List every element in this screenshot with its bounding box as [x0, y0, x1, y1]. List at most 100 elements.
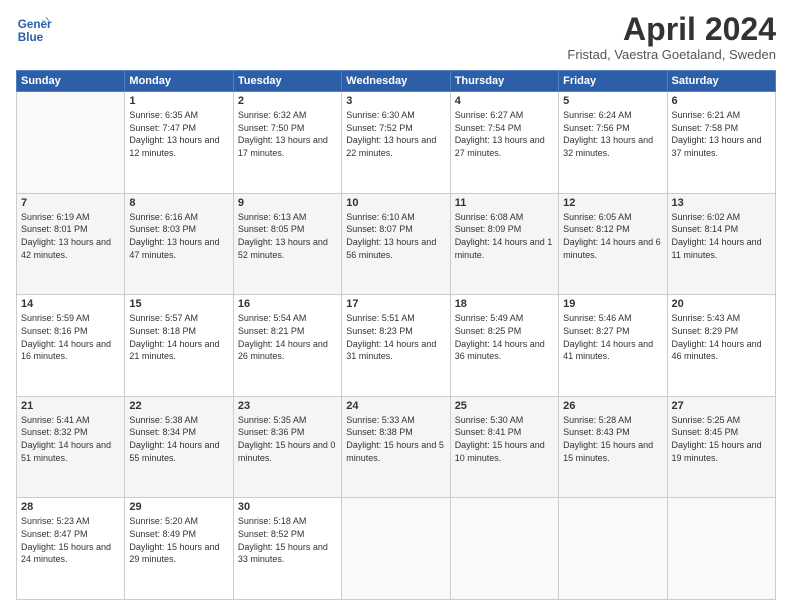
day-number: 9	[238, 197, 337, 209]
day-cell: 24 Sunrise: 5:33 AMSunset: 8:38 PMDayligh…	[342, 396, 450, 498]
day-cell: 22Sunrise: 5:38 AMSunset: 8:34 PMDayligh…	[125, 396, 233, 498]
day-number: 21	[21, 400, 120, 412]
day-detail: Sunrise: 5:35 AMSunset: 8:36 PMDaylight:…	[238, 414, 337, 464]
week-row-2: 7Sunrise: 6:19 AMSunset: 8:01 PMDaylight…	[17, 193, 776, 295]
week-row-5: 28 Sunrise: 5:23 AMSunset: 8:47 PMDayligh…	[17, 498, 776, 600]
day-detail: Sunrise: 5:33 AMSunset: 8:38 PMDaylight:…	[346, 414, 445, 464]
day-cell	[17, 92, 125, 194]
day-number: 23	[238, 400, 337, 412]
day-detail: Sunrise: 5:49 AMSunset: 8:25 PMDaylight:…	[455, 312, 554, 362]
day-number: 14	[21, 298, 120, 310]
day-detail: Sunrise: 6:16 AMSunset: 8:03 PMDaylight:…	[129, 211, 228, 261]
header: General Blue April 2024 Fristad, Vaestra…	[16, 12, 776, 62]
day-cell: 16 Sunrise: 5:54 AMSunset: 8:21 PMDayligh…	[233, 295, 341, 397]
day-detail: Sunrise: 5:28 AMSunset: 8:43 PMDaylight:…	[563, 414, 662, 464]
svg-text:Blue: Blue	[18, 31, 44, 44]
day-cell: 12 Sunrise: 6:05 AMSunset: 8:12 PMDayligh…	[559, 193, 667, 295]
day-number: 19	[563, 298, 662, 310]
day-number: 26	[563, 400, 662, 412]
day-cell: 11Sunrise: 6:08 AMSunset: 8:09 PMDayligh…	[450, 193, 558, 295]
col-tuesday: Tuesday	[233, 71, 341, 92]
day-cell: 7Sunrise: 6:19 AMSunset: 8:01 PMDaylight…	[17, 193, 125, 295]
day-detail: Sunrise: 6:21 AMSunset: 7:58 PMDaylight:…	[672, 109, 771, 159]
day-detail: Sunrise: 5:59 AMSunset: 8:16 PMDaylight:…	[21, 312, 120, 362]
day-cell: 5 Sunrise: 6:24 AMSunset: 7:56 PMDaylight…	[559, 92, 667, 194]
day-number: 5	[563, 95, 662, 107]
day-number: 8	[129, 197, 228, 209]
day-cell: 23 Sunrise: 5:35 AMSunset: 8:36 PMDayligh…	[233, 396, 341, 498]
day-cell: 27Sunrise: 5:25 AMSunset: 8:45 PMDayligh…	[667, 396, 775, 498]
day-cell	[667, 498, 775, 600]
day-cell: 19 Sunrise: 5:46 AMSunset: 8:27 PMDayligh…	[559, 295, 667, 397]
day-number: 11	[455, 197, 554, 209]
header-row: Sunday Monday Tuesday Wednesday Thursday…	[17, 71, 776, 92]
day-cell: 25 Sunrise: 5:30 AMSunset: 8:41 PMDayligh…	[450, 396, 558, 498]
day-detail: Sunrise: 6:10 AMSunset: 8:07 PMDaylight:…	[346, 211, 445, 261]
day-cell: 13 Sunrise: 6:02 AMSunset: 8:14 PMDayligh…	[667, 193, 775, 295]
day-number: 28	[21, 501, 120, 513]
day-cell: 2Sunrise: 6:32 AMSunset: 7:50 PMDaylight…	[233, 92, 341, 194]
day-cell: 21Sunrise: 5:41 AMSunset: 8:32 PMDayligh…	[17, 396, 125, 498]
day-cell	[450, 498, 558, 600]
day-number: 25	[455, 400, 554, 412]
day-cell	[342, 498, 450, 600]
day-detail: Sunrise: 5:38 AMSunset: 8:34 PMDaylight:…	[129, 414, 228, 464]
col-saturday: Saturday	[667, 71, 775, 92]
month-title: April 2024	[567, 12, 776, 47]
day-number: 3	[346, 95, 445, 107]
day-cell: 26 Sunrise: 5:28 AMSunset: 8:43 PMDayligh…	[559, 396, 667, 498]
day-detail: Sunrise: 6:35 AMSunset: 7:47 PMDaylight:…	[129, 109, 228, 159]
day-detail: Sunrise: 6:05 AMSunset: 8:12 PMDaylight:…	[563, 211, 662, 261]
day-detail: Sunrise: 6:24 AMSunset: 7:56 PMDaylight:…	[563, 109, 662, 159]
day-number: 16	[238, 298, 337, 310]
day-cell	[559, 498, 667, 600]
day-detail: Sunrise: 5:46 AMSunset: 8:27 PMDaylight:…	[563, 312, 662, 362]
day-cell: 29 Sunrise: 5:20 AMSunset: 8:49 PMDayligh…	[125, 498, 233, 600]
day-cell: 9Sunrise: 6:13 AMSunset: 8:05 PMDaylight…	[233, 193, 341, 295]
logo: General Blue	[16, 12, 52, 48]
day-detail: Sunrise: 5:54 AMSunset: 8:21 PMDaylight:…	[238, 312, 337, 362]
day-cell: 15 Sunrise: 5:57 AMSunset: 8:18 PMDayligh…	[125, 295, 233, 397]
day-number: 15	[129, 298, 228, 310]
logo-icon: General Blue	[16, 12, 52, 48]
calendar-table: Sunday Monday Tuesday Wednesday Thursday…	[16, 70, 776, 600]
day-cell: 17Sunrise: 5:51 AMSunset: 8:23 PMDayligh…	[342, 295, 450, 397]
col-sunday: Sunday	[17, 71, 125, 92]
col-thursday: Thursday	[450, 71, 558, 92]
day-number: 10	[346, 197, 445, 209]
day-cell: 30Sunrise: 5:18 AMSunset: 8:52 PMDayligh…	[233, 498, 341, 600]
day-number: 29	[129, 501, 228, 513]
week-row-3: 14 Sunrise: 5:59 AMSunset: 8:16 PMDayligh…	[17, 295, 776, 397]
day-cell: 6Sunrise: 6:21 AMSunset: 7:58 PMDaylight…	[667, 92, 775, 194]
day-cell: 8 Sunrise: 6:16 AMSunset: 8:03 PMDaylight…	[125, 193, 233, 295]
day-detail: Sunrise: 6:27 AMSunset: 7:54 PMDaylight:…	[455, 109, 554, 159]
day-number: 24	[346, 400, 445, 412]
day-number: 13	[672, 197, 771, 209]
day-detail: Sunrise: 6:02 AMSunset: 8:14 PMDaylight:…	[672, 211, 771, 261]
day-cell: 1 Sunrise: 6:35 AMSunset: 7:47 PMDaylight…	[125, 92, 233, 194]
day-detail: Sunrise: 6:30 AMSunset: 7:52 PMDaylight:…	[346, 109, 445, 159]
day-detail: Sunrise: 5:23 AMSunset: 8:47 PMDaylight:…	[21, 515, 120, 565]
title-section: April 2024 Fristad, Vaestra Goetaland, S…	[567, 12, 776, 62]
day-detail: Sunrise: 5:20 AMSunset: 8:49 PMDaylight:…	[129, 515, 228, 565]
day-number: 1	[129, 95, 228, 107]
day-cell: 18 Sunrise: 5:49 AMSunset: 8:25 PMDayligh…	[450, 295, 558, 397]
day-detail: Sunrise: 5:57 AMSunset: 8:18 PMDaylight:…	[129, 312, 228, 362]
day-number: 18	[455, 298, 554, 310]
day-detail: Sunrise: 5:30 AMSunset: 8:41 PMDaylight:…	[455, 414, 554, 464]
day-number: 4	[455, 95, 554, 107]
day-cell: 28 Sunrise: 5:23 AMSunset: 8:47 PMDayligh…	[17, 498, 125, 600]
location: Fristad, Vaestra Goetaland, Sweden	[567, 47, 776, 62]
col-wednesday: Wednesday	[342, 71, 450, 92]
day-cell: 14 Sunrise: 5:59 AMSunset: 8:16 PMDayligh…	[17, 295, 125, 397]
col-friday: Friday	[559, 71, 667, 92]
day-number: 2	[238, 95, 337, 107]
day-cell: 3 Sunrise: 6:30 AMSunset: 7:52 PMDaylight…	[342, 92, 450, 194]
day-number: 20	[672, 298, 771, 310]
week-row-4: 21Sunrise: 5:41 AMSunset: 8:32 PMDayligh…	[17, 396, 776, 498]
day-number: 12	[563, 197, 662, 209]
day-detail: Sunrise: 5:51 AMSunset: 8:23 PMDaylight:…	[346, 312, 445, 362]
day-detail: Sunrise: 5:18 AMSunset: 8:52 PMDaylight:…	[238, 515, 337, 565]
day-detail: Sunrise: 5:25 AMSunset: 8:45 PMDaylight:…	[672, 414, 771, 464]
day-cell: 10 Sunrise: 6:10 AMSunset: 8:07 PMDayligh…	[342, 193, 450, 295]
